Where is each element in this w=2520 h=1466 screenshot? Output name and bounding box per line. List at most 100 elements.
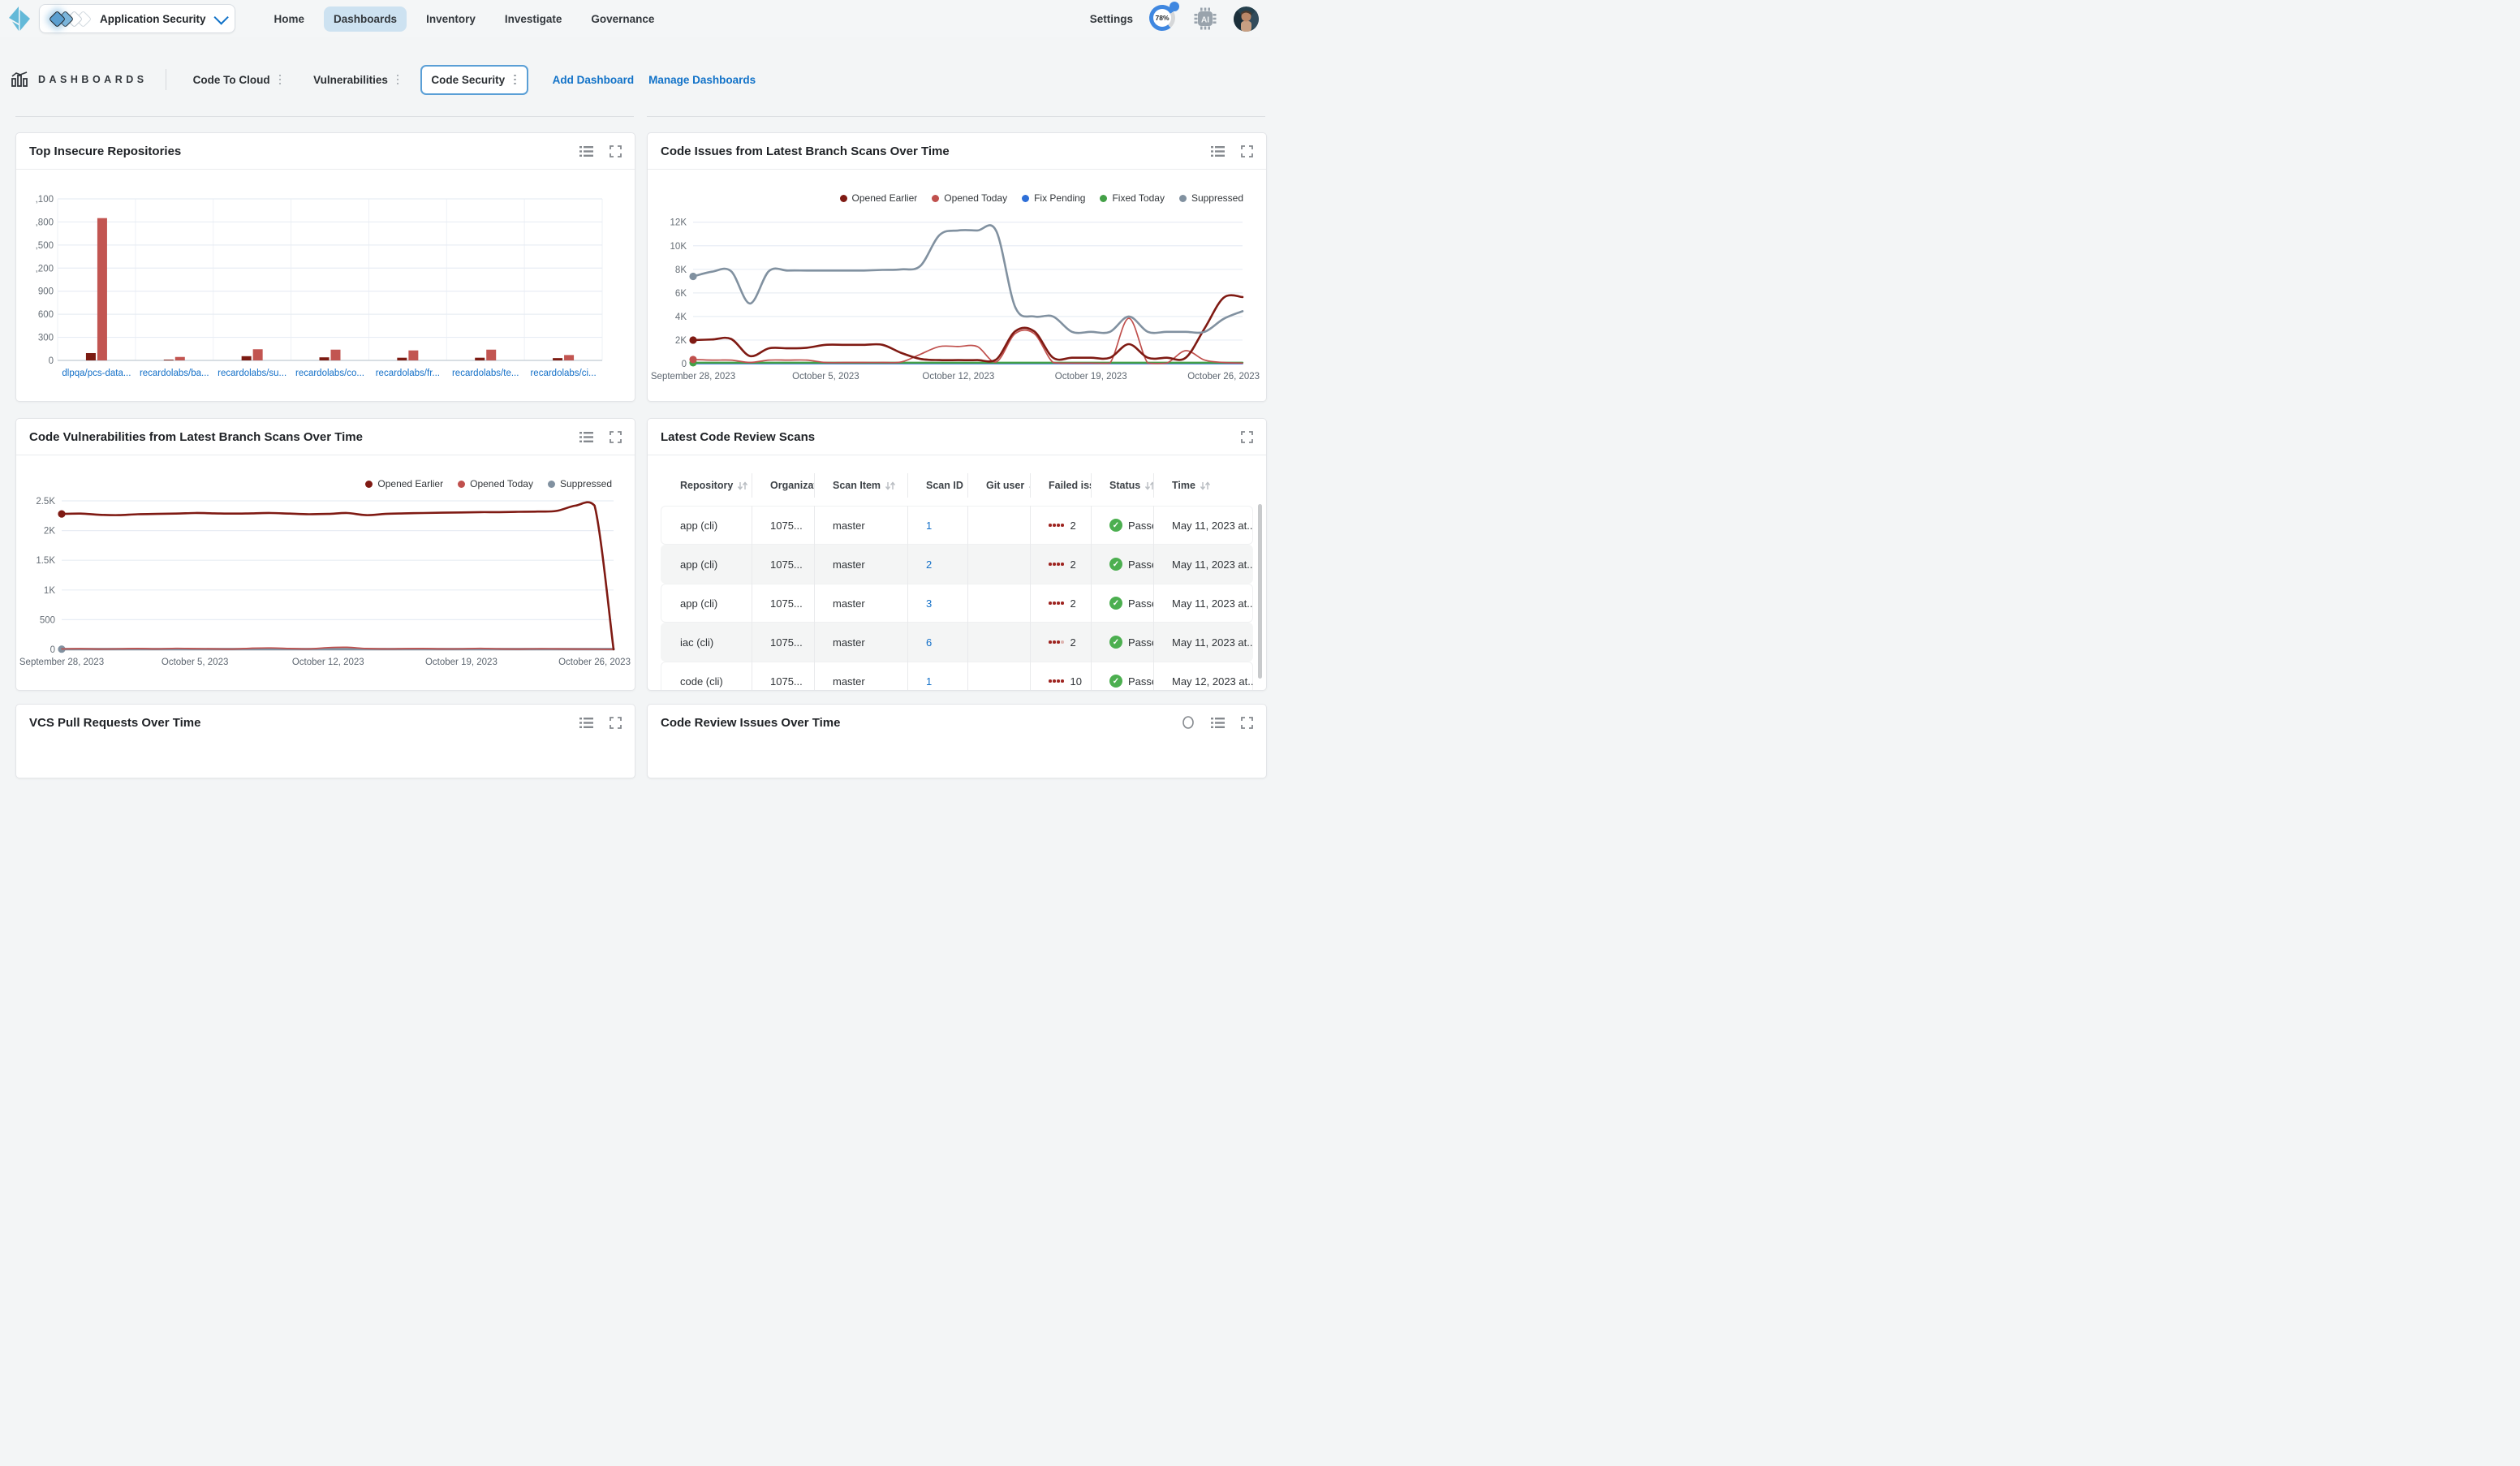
nav-item-home[interactable]: Home [265,6,315,32]
failed-issues-count: 10 [1070,675,1082,688]
sort-icon[interactable] [1200,481,1211,490]
dashboards-title: DASHBOARDS [38,74,148,85]
column-header-repository[interactable]: Repository [661,473,752,498]
table-row[interactable]: iac (cli)1075...master62✓PassedMay 11, 2… [661,623,1253,662]
kebab-menu-icon[interactable] [278,74,283,86]
cell-status: ✓Passed [1091,662,1153,691]
severity-dots-icon [1049,601,1064,605]
legend-label: Opened Earlier [377,478,443,489]
x-axis-tick-label: September 28, 2023 [651,372,735,382]
expand-icon[interactable] [1241,717,1253,729]
column-header-label: Status [1109,480,1140,491]
panel-title: Code Vulnerabilities from Latest Branch … [29,430,579,444]
ai-copilot-icon[interactable]: AI [1193,6,1217,31]
y-axis-tick-label: 10K [670,242,687,252]
legend-item-fixed-today[interactable]: Fixed Today [1100,192,1164,204]
legend-item-suppressed[interactable]: Suppressed [548,478,612,489]
manage-dashboards-link[interactable]: Manage Dashboards [648,74,756,86]
x-axis-tick-label: October 19, 2023 [1055,372,1127,382]
list-view-icon[interactable] [579,431,593,443]
scan-id-link[interactable]: 3 [926,597,932,610]
product-selector-dropdown[interactable]: Application Security [39,4,235,33]
repository-link[interactable]: recardolabs/te... [452,369,519,378]
list-view-icon[interactable] [1211,145,1225,157]
dashboard-tab-label: Code To Cloud [193,74,270,86]
repository-link[interactable]: recardolabs/co... [295,369,364,378]
loading-circle-icon [1182,716,1195,729]
dashboard-tab-vulnerabilities[interactable]: Vulnerabilities [303,65,411,95]
dashboard-tab-code-to-cloud[interactable]: Code To Cloud [183,65,293,95]
nav-item-inventory[interactable]: Inventory [416,6,485,32]
scan-id-link[interactable]: 2 [926,558,932,571]
panel-vcs-pull-requests: VCS Pull Requests Over Time [15,704,635,778]
cell-repository: code (cli) [661,662,752,691]
dashboard-tab-code-security[interactable]: Code Security [420,65,528,95]
legend-dot-icon [1179,195,1187,202]
sort-icon[interactable] [885,481,896,490]
nav-item-governance[interactable]: Governance [581,6,664,32]
legend-dot-icon [840,195,847,202]
cell-time: May 11, 2023 at... [1153,623,1253,662]
repository-link[interactable]: recardolabs/su... [218,369,286,378]
settings-link[interactable]: Settings [1090,13,1133,25]
column-header-label: Git user [986,480,1024,491]
nav-item-dashboards[interactable]: Dashboards [324,6,407,32]
scan-id-link[interactable]: 1 [926,675,932,688]
sort-icon[interactable] [737,481,748,490]
column-header-time[interactable]: Time [1153,473,1253,498]
legend-item-opened-today[interactable]: Opened Today [932,192,1007,204]
legend-label: Suppressed [1191,192,1243,204]
user-avatar[interactable] [1234,6,1259,32]
expand-icon[interactable] [610,145,622,157]
list-view-icon[interactable] [579,145,593,157]
legend-item-opened-earlier[interactable]: Opened Earlier [840,192,918,204]
scan-id-link[interactable]: 1 [926,520,932,532]
column-header-status[interactable]: Status [1091,473,1153,498]
x-axis-tick-label: October 5, 2023 [162,658,228,667]
cell-organization: 1075... [752,506,814,545]
passed-check-icon: ✓ [1109,558,1122,571]
cell-git-user [967,584,1030,623]
table-row[interactable]: app (cli)1075...master12✓PassedMay 11, 2… [661,506,1253,545]
progress-ring[interactable]: 78% [1149,5,1177,32]
cell-failed-issues: 2 [1030,623,1091,662]
add-dashboard-link[interactable]: Add Dashboard [553,74,635,86]
cell-git-user [967,623,1030,662]
table-row[interactable]: app (cli)1075...master22✓PassedMay 11, 2… [661,545,1253,584]
repository-link[interactable]: recardolabs/ba... [140,369,209,378]
column-header-organizat[interactable]: Organizat [752,473,814,498]
legend-label: Opened Today [944,192,1007,204]
expand-icon[interactable] [610,431,622,443]
repository-link[interactable]: recardolabs/fr... [376,369,440,378]
table-row[interactable]: code (cli)1075...master110✓PassedMay 12,… [661,662,1253,691]
expand-icon[interactable] [610,717,622,729]
cell-scan-id: 1 [907,506,967,545]
list-view-icon[interactable] [579,717,593,729]
kebab-menu-icon[interactable] [512,74,518,86]
legend-item-opened-today[interactable]: Opened Today [458,478,533,489]
legend-item-suppressed[interactable]: Suppressed [1179,192,1243,204]
table-row[interactable]: app (cli)1075...master32✓PassedMay 11, 2… [661,584,1253,623]
nav-item-investigate[interactable]: Investigate [495,6,572,32]
expand-icon[interactable] [1241,145,1253,157]
legend-item-fix-pending[interactable]: Fix Pending [1022,192,1085,204]
expand-icon[interactable] [1241,431,1253,443]
failed-issues-count: 2 [1070,636,1076,649]
list-view-icon[interactable] [1211,717,1225,729]
repository-link[interactable]: dlpqa/pcs-data... [62,369,131,378]
scan-id-link[interactable]: 6 [926,636,932,649]
column-header-failed-issu[interactable]: Failed issu [1030,473,1091,498]
column-header-git-user[interactable]: Git user [967,473,1030,498]
x-axis-tick-label: September 28, 2023 [19,658,104,667]
legend-item-opened-earlier[interactable]: Opened Earlier [365,478,443,489]
kebab-menu-icon[interactable] [395,74,401,86]
table-scrollbar[interactable] [1258,504,1262,679]
column-header-scan-id[interactable]: Scan ID [907,473,967,498]
repository-link[interactable]: recardolabs/ci... [530,369,596,378]
column-header-scan-item[interactable]: Scan Item [814,473,907,498]
legend-label: Opened Earlier [852,192,918,204]
sort-icon[interactable] [1144,481,1153,490]
cell-git-user [967,662,1030,691]
code-issues-line-chart: 12K10K8K6K4K2K0September 28, 2023October… [648,170,1264,401]
x-axis-tick-label: October 12, 2023 [922,372,994,382]
